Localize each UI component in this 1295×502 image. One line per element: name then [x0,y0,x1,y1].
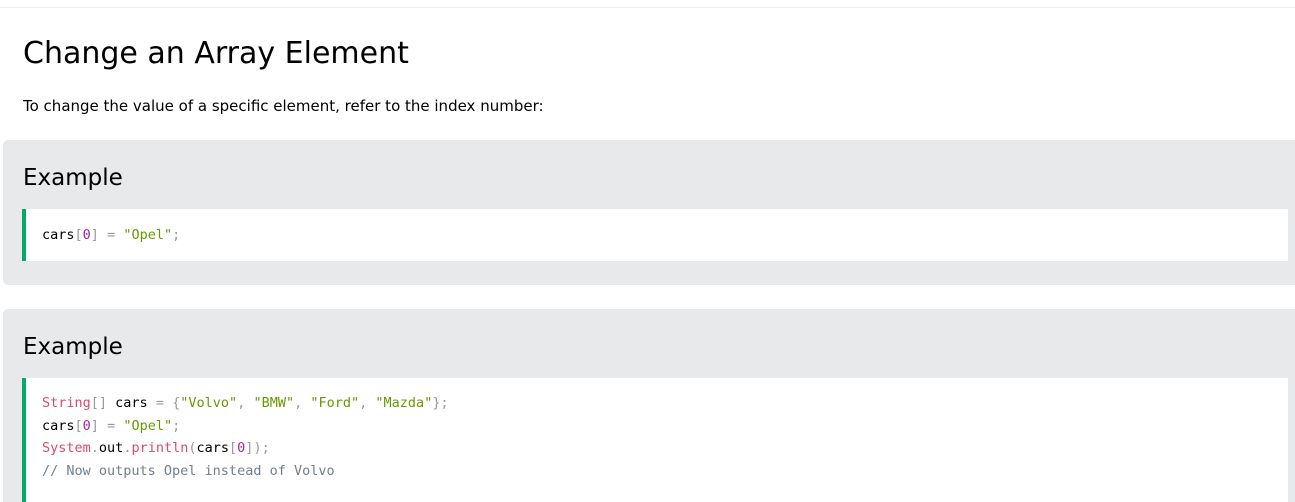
code-token-number: 0 [82,227,91,243]
code-token-string: "Ford" [310,395,360,411]
code-token-string: "Volvo" [180,395,238,411]
code-token-punct: ; [172,227,181,243]
code-token-punct: [ [74,417,83,434]
code-token-ident: cars [107,395,156,411]
code-block[interactable]: cars[0] = "Opel"; [22,209,1288,261]
code-token-punct: [] [90,395,108,411]
intro-text: To change the value of a specific elemen… [23,97,544,115]
code-lines: String[] cars = {"Volvo", "BMW", "Ford",… [42,392,449,482]
code-token-type: String [42,395,91,411]
code-token-ident [99,227,107,243]
code-token-punct: ; [261,440,270,456]
code-token-string: "Opel" [123,417,173,434]
code-token-punct: [ [74,227,83,243]
code-token-punct: = [107,227,116,243]
code-line: cars[0] = "Opel"; [42,415,449,438]
code-token-punct: , [294,395,303,411]
code-token-ident [99,418,107,434]
top-divider [0,7,1295,8]
example-box: Example String[] cars = {"Volvo", "BMW",… [3,309,1295,502]
code-token-punct: }; [432,395,449,411]
code-token-number: 0 [82,417,91,434]
code-token-string: "BMW" [253,395,295,411]
code-token-method: println [131,440,189,456]
code-token-punct: = [107,417,116,434]
code-token-string: "Opel" [123,227,173,243]
code-token-string: "Mazda" [375,395,433,411]
code-token-type: System [42,440,91,456]
code-line: String[] cars = {"Volvo", "BMW", "Ford",… [42,392,449,415]
code-token-punct: [ [229,440,238,456]
code-token-comment: // Now outputs Opel instead of Volvo [42,462,335,479]
code-line: System.out.println(cars[0]); [42,437,449,460]
code-lines: cars[0] = "Opel"; [42,224,180,247]
code-line: // Now outputs Opel instead of Volvo [42,460,449,483]
code-token-ident: cars [196,440,230,456]
code-token-punct: ) [253,440,262,456]
code-token-ident: cars [42,227,75,243]
code-token-punct: ] [90,417,99,434]
code-token-punct: ( [188,440,197,456]
example-heading: Example [23,165,123,191]
code-block[interactable]: String[] cars = {"Volvo", "BMW", "Ford",… [22,378,1288,502]
code-token-punct: . [90,440,99,456]
code-token-ident [164,395,172,411]
example-heading: Example [23,334,123,360]
code-line: cars[0] = "Opel"; [42,224,180,247]
code-token-punct: ; [172,417,181,434]
code-token-punct: ] [90,227,99,243]
code-token-ident: cars [42,417,75,434]
code-token-member: out [98,440,124,456]
example-box: Example cars[0] = "Opel"; [3,140,1295,285]
code-token-punct: = [155,395,164,411]
page-title: Change an Array Element [23,36,409,71]
